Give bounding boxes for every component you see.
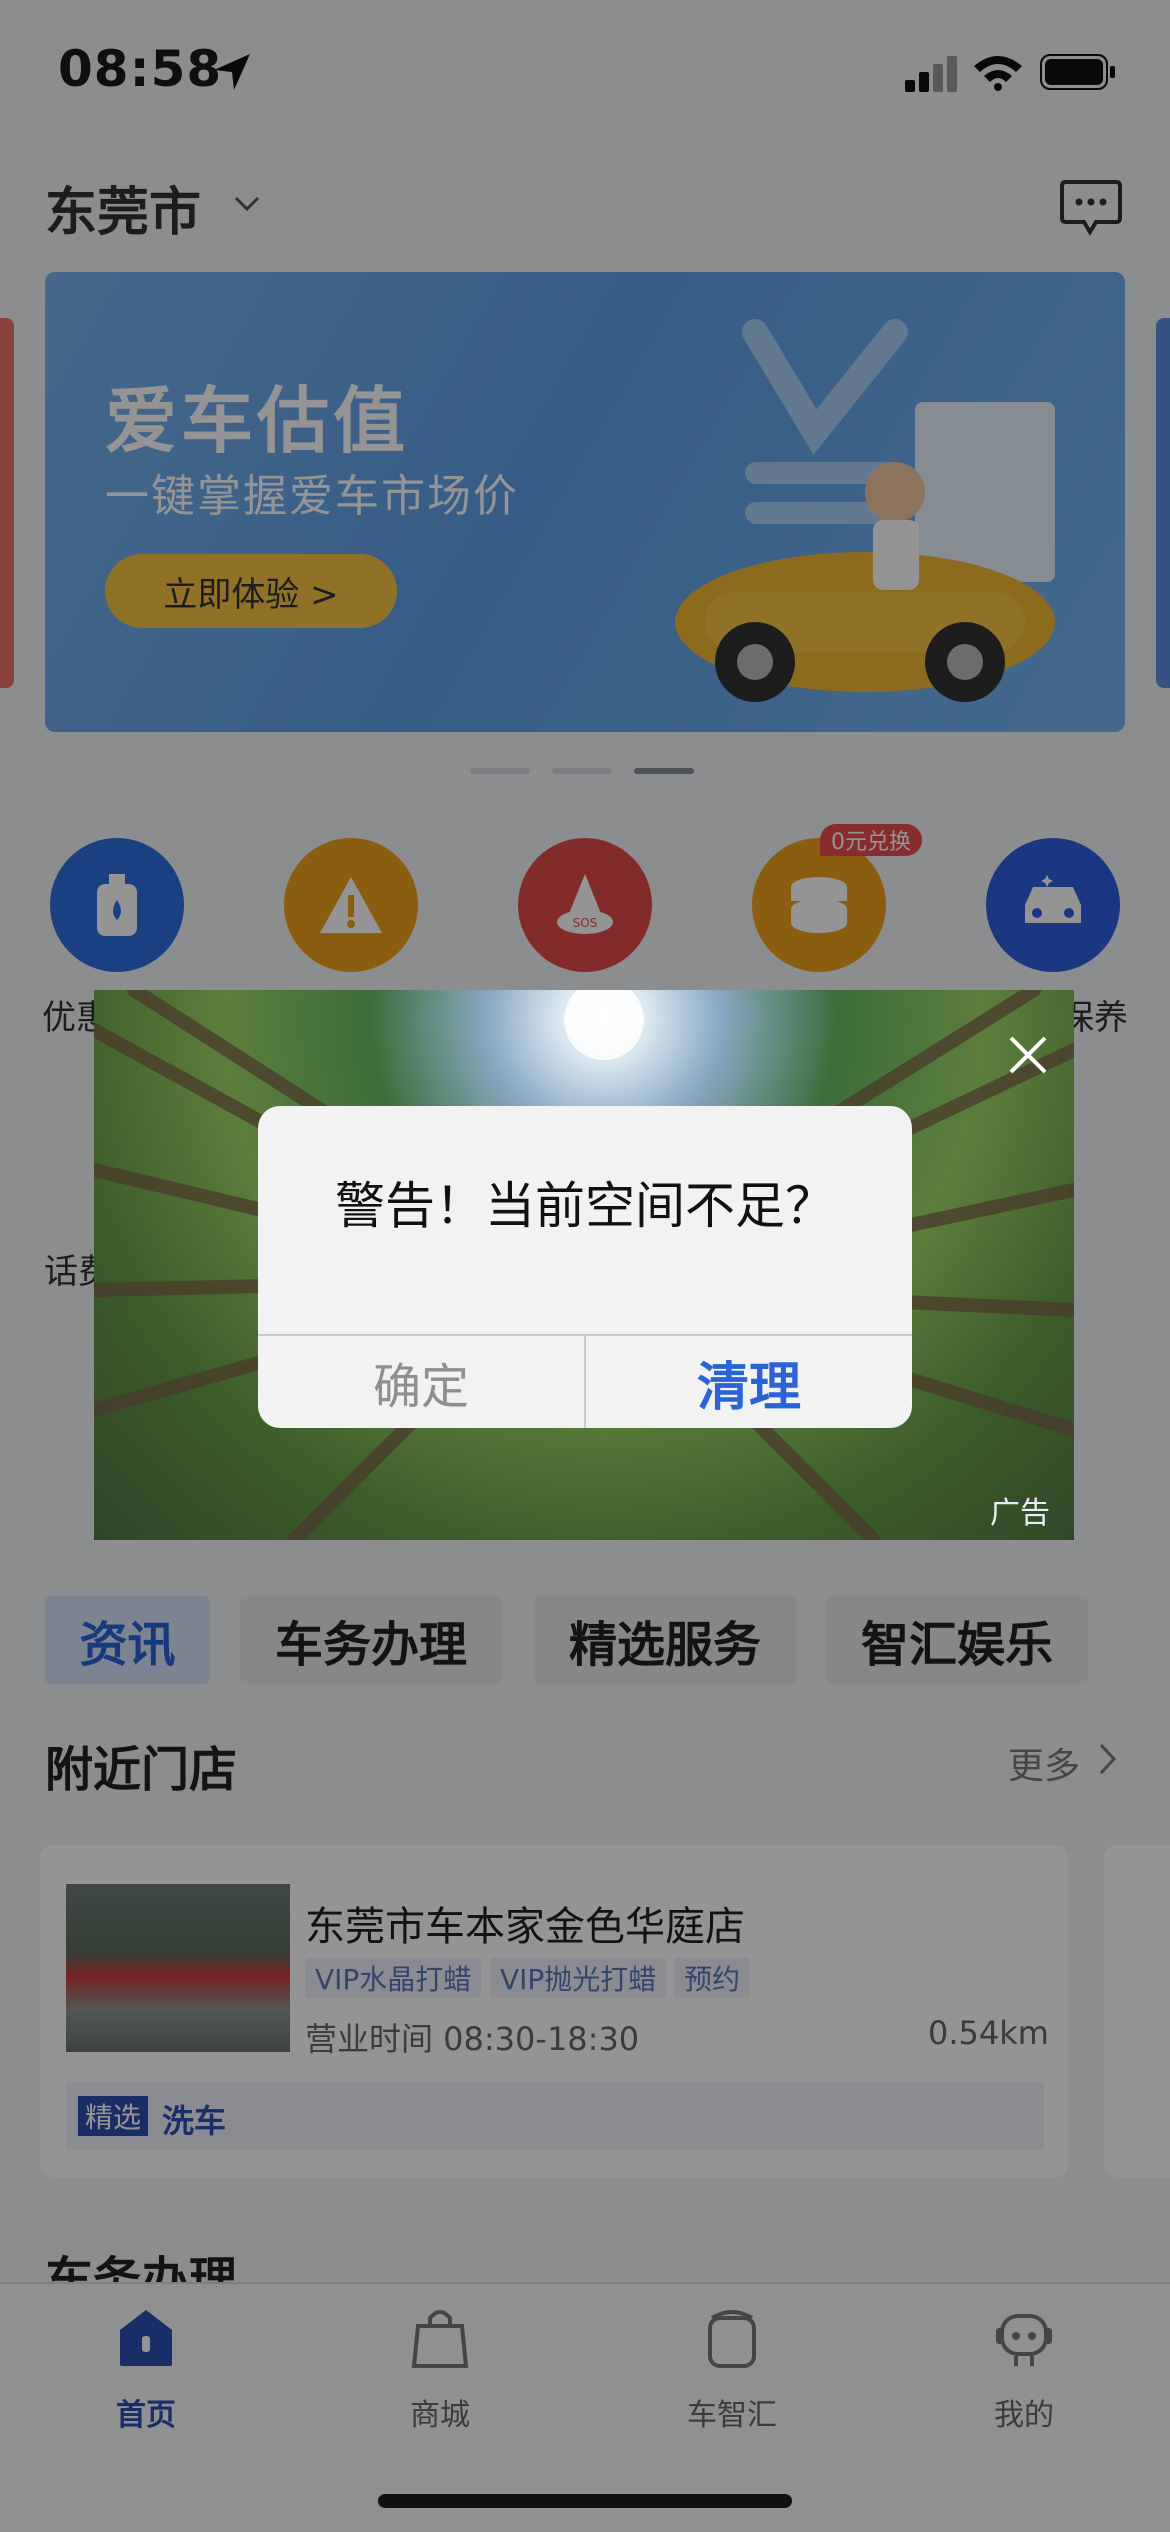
close-icon[interactable] bbox=[1005, 1032, 1051, 1078]
alert-ok-button[interactable]: 确定 bbox=[258, 1336, 584, 1428]
home-indicator bbox=[378, 2494, 792, 2508]
alert-message: 警告！当前空间不足？ bbox=[335, 1177, 835, 1235]
alert-clean-button[interactable]: 清理 bbox=[586, 1336, 912, 1428]
ad-label: 广告 bbox=[990, 1496, 1050, 1531]
alert-dialog: 警告！当前空间不足？ 确定 清理 bbox=[258, 1106, 912, 1428]
